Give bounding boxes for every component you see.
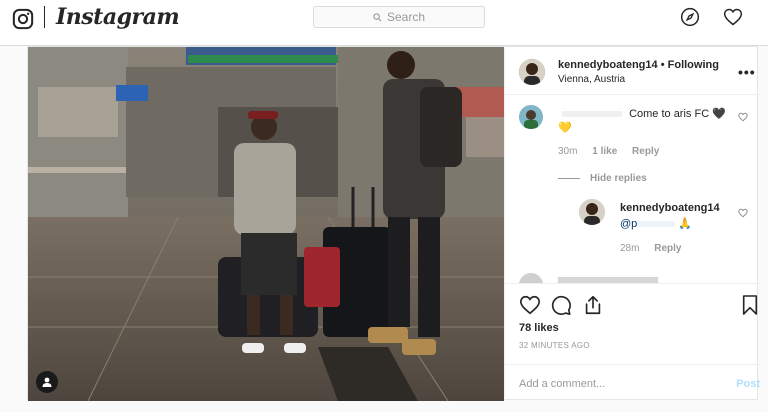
reply-meta: 28m Reply xyxy=(620,243,693,254)
tagged-users-button[interactable] xyxy=(36,371,58,393)
comment-meta: 30m 1 like Reply xyxy=(558,146,671,157)
replies-line xyxy=(558,178,580,179)
reply-body: @p 🙏 xyxy=(620,217,692,230)
author-username[interactable]: kennedyboateng14 xyxy=(558,59,658,71)
author-avatar-image xyxy=(519,59,545,85)
comment-icon[interactable] xyxy=(550,294,572,316)
reply-age: 28m xyxy=(620,243,640,254)
post-comment-button[interactable]: Post xyxy=(736,378,760,390)
add-comment-bar: Add a comment... Post xyxy=(505,364,760,402)
logo-divider xyxy=(44,6,45,28)
heart-icon[interactable] xyxy=(723,7,743,27)
save-bookmark-icon[interactable] xyxy=(741,294,759,316)
train-station-photo xyxy=(28,47,504,401)
search-placeholder: Search xyxy=(386,10,426,24)
more-options-button[interactable]: ••• xyxy=(738,64,756,80)
reply-emoji: 🙏 xyxy=(678,218,693,230)
reply-mention[interactable]: @p xyxy=(620,218,637,230)
separator-dot: • xyxy=(660,59,665,71)
next-comment-avatar[interactable] xyxy=(519,273,543,283)
blurred-mention xyxy=(637,221,676,228)
author-avatar[interactable] xyxy=(519,59,545,85)
commenter-avatar-image xyxy=(519,105,543,129)
reply-like-heart-icon[interactable] xyxy=(738,208,748,218)
post-timestamp[interactable]: 32 MINUTES AGO xyxy=(519,341,590,350)
search-icon xyxy=(373,12,382,21)
compass-icon[interactable] xyxy=(680,7,700,27)
comment-input[interactable]: Add a comment... xyxy=(519,378,605,390)
comment-age: 30m xyxy=(558,146,578,157)
commenter-avatar[interactable] xyxy=(519,105,543,129)
comment-text: Come to aris FC xyxy=(629,108,710,120)
instagram-wordmark[interactable]: Instagram xyxy=(56,4,180,30)
author-line: kennedyboateng14 • Following xyxy=(558,59,719,71)
post-header: kennedyboateng14 • Following Vienna, Aus… xyxy=(505,47,760,95)
post-sidebar: kennedyboateng14 • Following Vienna, Aus… xyxy=(504,47,760,401)
following-button[interactable]: Following xyxy=(668,59,719,71)
post-location[interactable]: Vienna, Austria xyxy=(558,74,625,85)
reply-username[interactable]: kennedyboateng14 xyxy=(620,202,720,214)
user-icon xyxy=(42,377,52,387)
likes-count[interactable]: 78 likes xyxy=(519,322,559,334)
comment-likes[interactable]: 1 like xyxy=(592,146,617,157)
post-photo[interactable] xyxy=(28,47,504,401)
reply-avatar-image xyxy=(579,199,605,225)
post-card: kennedyboateng14 • Following Vienna, Aus… xyxy=(27,46,760,401)
hide-replies-toggle[interactable]: Hide replies xyxy=(558,173,659,184)
search-box[interactable]: Search xyxy=(313,6,485,28)
comment-body: Come to aris FC 🖤💛 xyxy=(558,107,733,135)
reply-reply-button[interactable]: Reply xyxy=(654,243,681,254)
hide-replies-label: Hide replies xyxy=(590,173,647,184)
comments-list[interactable]: Come to aris FC 🖤💛 30m 1 like Reply Hide… xyxy=(505,95,760,283)
reply-avatar[interactable] xyxy=(579,199,605,225)
instagram-camera-icon[interactable] xyxy=(12,8,34,30)
post-actions: 78 likes 32 MINUTES AGO Add a comment...… xyxy=(505,283,760,401)
top-navigation-bar: Instagram Search xyxy=(0,0,768,46)
share-icon[interactable] xyxy=(582,294,604,316)
comment-like-heart-icon[interactable] xyxy=(738,112,748,122)
like-heart-icon[interactable] xyxy=(519,294,541,316)
comment-reply-button[interactable]: Reply xyxy=(632,146,659,157)
blurred-username xyxy=(562,111,622,118)
